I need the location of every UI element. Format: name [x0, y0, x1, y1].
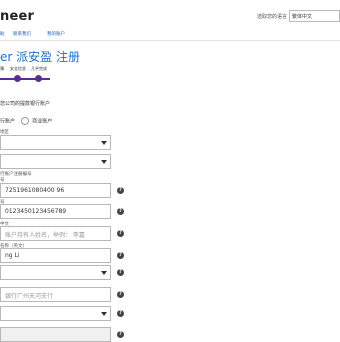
- city-select[interactable]: [0, 306, 111, 321]
- help-icon[interactable]: ?: [117, 208, 124, 215]
- nav-item-contact[interactable]: 联系我们: [13, 31, 31, 37]
- bank-select[interactable]: [0, 154, 111, 169]
- chevron-down-icon: [101, 141, 107, 145]
- chevron-down-icon: [101, 160, 107, 164]
- step-label-3: 几乎完成: [31, 66, 47, 71]
- account-type-radio-group: 行账户 商业账户: [0, 117, 52, 125]
- radio-business-label: 商业账户: [32, 118, 53, 125]
- brand-logo: neer: [0, 9, 35, 24]
- account-number-input[interactable]: 7251961080400 96: [0, 183, 111, 198]
- step-label-1: 簿: [0, 66, 4, 71]
- help-icon[interactable]: ?: [117, 291, 124, 298]
- radio-business[interactable]: [20, 117, 29, 125]
- help-icon[interactable]: ?: [117, 230, 124, 237]
- region-select[interactable]: [0, 135, 111, 150]
- nav-item-my-account[interactable]: 我的账户: [47, 31, 65, 37]
- section-title: 您公司的提款银行账户: [0, 101, 51, 107]
- help-icon[interactable]: ?: [117, 331, 124, 338]
- page-title: er 派安盈 注册: [0, 50, 80, 64]
- nav-item-help[interactable]: 助: [0, 31, 5, 37]
- language-select[interactable]: 繁体中文: [289, 10, 340, 22]
- holder-name-cn-input[interactable]: 账户持有人姓名，举例： 李嘉: [0, 226, 111, 241]
- chevron-down-icon: [101, 312, 107, 316]
- branch-input[interactable]: 银行广州天河支行: [0, 287, 111, 302]
- divider: [0, 40, 340, 41]
- language-label: 选取您的语言: [257, 14, 288, 20]
- help-icon[interactable]: ?: [117, 310, 124, 317]
- bank-type-label: 行账户注册编号: [0, 172, 32, 177]
- progress-steps: 簿 安全信息 几乎完成: [0, 66, 70, 86]
- step-progress-line: [0, 78, 50, 80]
- step-label-2: 安全信息: [10, 66, 26, 71]
- chevron-down-icon: [101, 271, 107, 275]
- help-icon[interactable]: ?: [117, 269, 124, 276]
- help-icon[interactable]: ?: [117, 252, 124, 259]
- radio-personal-label: 行账户: [0, 118, 16, 125]
- help-icon[interactable]: ?: [117, 187, 124, 194]
- step-dot-2: [14, 75, 21, 82]
- step-dot-3: [35, 75, 42, 82]
- bank-name-select[interactable]: [0, 265, 111, 280]
- account-number-confirm-input[interactable]: 0123450123456789: [0, 204, 111, 219]
- top-nav: 助 联系我们 我的账户: [0, 29, 340, 39]
- holder-name-en-input[interactable]: ng Li: [0, 248, 111, 263]
